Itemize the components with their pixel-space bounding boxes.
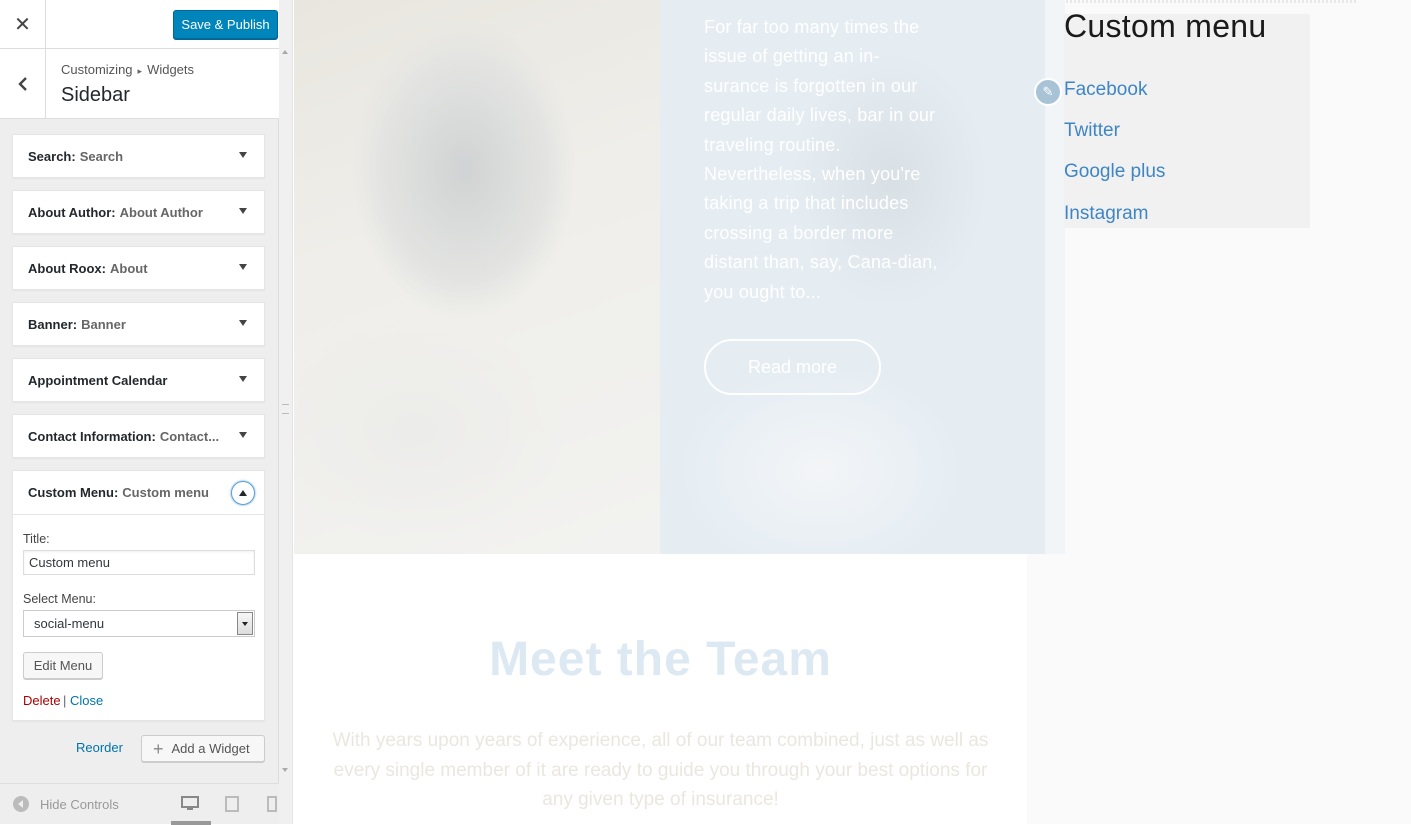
dropdown-arrow-icon[interactable] [237, 612, 253, 635]
menu-link-twitter[interactable]: Twitter [1064, 120, 1120, 142]
add-widget-button[interactable]: + Add a Widget [141, 735, 265, 762]
reorder-link[interactable]: Reorder [76, 740, 123, 755]
tablet-preview-icon[interactable] [225, 796, 239, 812]
widget-name: Custom Menu: [28, 485, 119, 500]
breadcrumb: Customizing ▸ Widgets [61, 62, 194, 77]
widget-name: Contact Information: [28, 428, 156, 444]
desktop-preview-icon[interactable] [181, 796, 199, 812]
close-icon: ✕ [14, 14, 31, 36]
menu-link-google-plus[interactable]: Google plus [1064, 161, 1165, 183]
widget-about-roox[interactable]: About Roox: About [12, 246, 265, 290]
menu-select[interactable]: social-menu [23, 610, 255, 637]
hero-photo [294, 0, 660, 554]
add-widget-label: Add a Widget [171, 741, 250, 756]
scroll-down-icon [282, 768, 288, 772]
menu-link-facebook[interactable]: Facebook [1064, 79, 1147, 101]
widget-appointment-calendar[interactable]: Appointment Calendar [12, 358, 265, 402]
hide-controls-label: Hide Controls [40, 796, 119, 812]
widget-title: About [109, 260, 148, 276]
edit-menu-button[interactable]: Edit Menu [23, 652, 103, 679]
breadcrumb-root: Customizing [61, 62, 133, 77]
widget-title: Custom menu [122, 485, 209, 500]
read-more-button[interactable]: Read more [704, 339, 881, 395]
expand-arrow-icon[interactable] [239, 152, 247, 158]
widget-name: About Author: [28, 204, 116, 220]
save-publish-button[interactable]: Save & Publish [173, 10, 278, 39]
expand-arrow-icon[interactable] [239, 264, 247, 270]
breadcrumb-separator-icon: ▸ [137, 66, 143, 76]
breadcrumb-child: Widgets [147, 62, 195, 77]
widget-about-author[interactable]: About Author: About Author [12, 190, 265, 234]
scroll-up-icon [282, 50, 288, 54]
widget-banner[interactable]: Banner: Banner [12, 302, 265, 346]
expand-arrow-icon[interactable] [239, 320, 247, 326]
team-description: With years upon years of experience, all… [332, 730, 989, 810]
back-button[interactable] [0, 49, 46, 118]
customizer-header: ✕ Save & Publish [0, 0, 279, 49]
resize-grip-icon [282, 404, 289, 414]
select-menu-label: Select Menu: [23, 592, 96, 606]
active-device-indicator [171, 821, 211, 825]
expand-arrow-icon[interactable] [239, 208, 247, 214]
collapse-toggle-button[interactable] [231, 481, 255, 505]
panel-resize-scrollbar[interactable] [279, 0, 293, 824]
hide-controls-button[interactable]: Hide Controls [13, 796, 119, 812]
widget-name: Appointment Calendar [28, 372, 168, 388]
menu-select-value: social-menu [34, 616, 105, 631]
customizer-panel: ✕ Save & Publish Customizing ▸ Widgets Sid… [0, 0, 279, 825]
widget-custom-menu: Custom Menu:Custom menu Title: Select Me… [12, 470, 265, 721]
widget-title: Banner [81, 316, 126, 332]
section-title: Sidebar [61, 84, 130, 106]
expand-arrow-icon[interactable] [239, 376, 247, 382]
widget-title: Search [79, 148, 124, 164]
delete-link[interactable]: Delete [23, 693, 61, 708]
widget-custom-menu-header[interactable]: Custom Menu: Custom menu [13, 471, 264, 515]
hero-paragraph: For far too many times the issue of gett… [704, 17, 938, 302]
chevron-up-icon [239, 490, 247, 496]
widget-name: Banner: [28, 316, 78, 332]
widget-name: Search: [28, 148, 76, 164]
title-input[interactable] [23, 550, 255, 575]
widget-title: About Author [119, 204, 203, 220]
plus-icon: + [153, 738, 164, 759]
widget-name: About Roox: [28, 260, 106, 276]
menu-link-instagram[interactable]: Instagram [1064, 203, 1148, 225]
pencil-edit-icon[interactable]: ✎ [1034, 78, 1062, 106]
site-preview: For far too many times the issue of gett… [294, 0, 1411, 824]
title-label: Title: [23, 532, 50, 546]
mobile-preview-icon[interactable] [267, 796, 277, 812]
chevron-left-icon [17, 76, 27, 91]
custom-menu-title: Custom menu [1064, 8, 1267, 44]
widget-contact-information[interactable]: Contact Information: Contact... [12, 414, 265, 458]
link-separator: | [63, 693, 67, 708]
section-header: Customizing ▸ Widgets Sidebar [0, 49, 279, 119]
customizer-footer: Hide Controls [0, 783, 279, 825]
expand-arrow-icon[interactable] [239, 432, 247, 438]
team-heading: Meet the Team [489, 633, 832, 686]
widget-title: Contact... [159, 428, 220, 444]
close-customizer-button[interactable]: ✕ [0, 0, 46, 49]
widget-search[interactable]: Search: Search [12, 134, 265, 178]
close-link[interactable]: Close [70, 693, 103, 708]
collapse-arrow-icon [13, 796, 29, 812]
